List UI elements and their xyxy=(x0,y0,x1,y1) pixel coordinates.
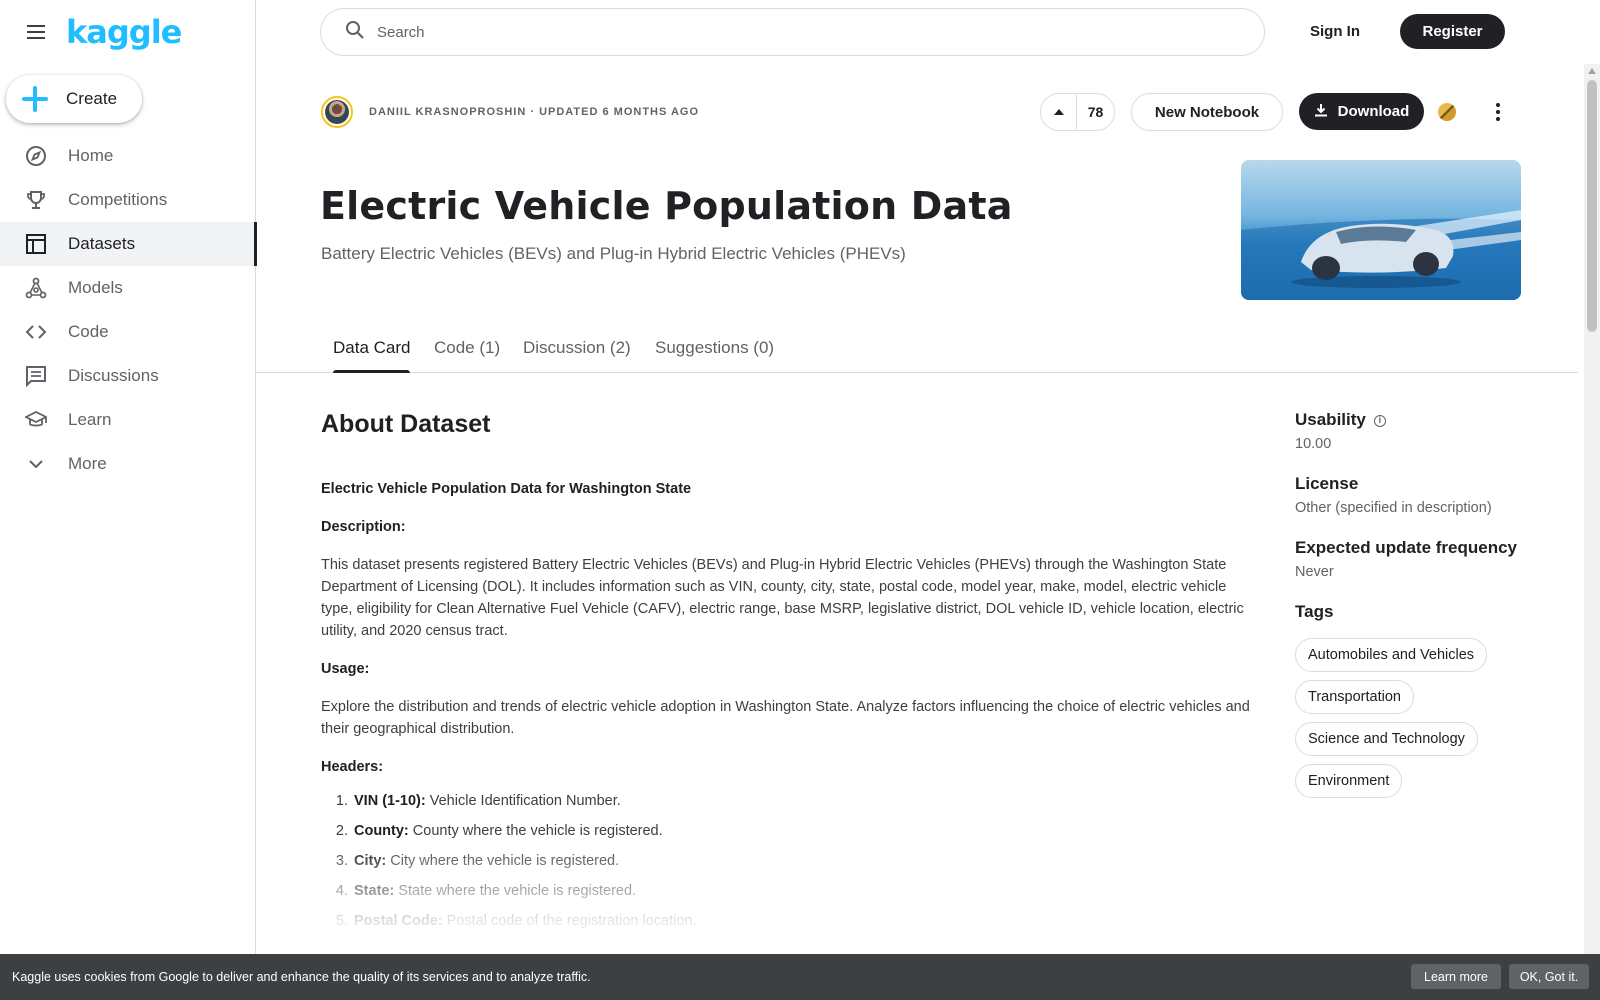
sidebar-item-label: Datasets xyxy=(68,234,136,253)
sidebar-item-label: Code xyxy=(68,322,109,341)
learn-more-button[interactable]: Learn more xyxy=(1411,964,1501,989)
sidebar-item-label: More xyxy=(68,454,107,473)
sidebar-item-home[interactable]: Home xyxy=(0,134,256,178)
tags-heading: Tags xyxy=(1295,602,1334,621)
list-item: 4. State: State where the vehicle is regi… xyxy=(335,883,637,899)
list-item: 1. VIN (1-10): Vehicle Identification Num… xyxy=(335,793,621,809)
code-icon xyxy=(24,320,48,344)
description-text: This dataset presents registered Battery… xyxy=(321,557,1244,639)
tags-list: Automobiles and Vehicles Transportation … xyxy=(1295,638,1535,806)
sidebar-item-datasets[interactable]: Datasets xyxy=(0,222,257,266)
table-icon xyxy=(24,232,48,256)
upvote-arrow-icon xyxy=(1053,109,1064,115)
compass-icon xyxy=(24,144,48,168)
sidebar-item-label: Models xyxy=(68,278,123,297)
plus-icon xyxy=(22,86,48,112)
kaggle-logo[interactable]: kaggle xyxy=(66,13,182,51)
tab-code[interactable]: Code (1) xyxy=(434,338,500,373)
download-icon xyxy=(1314,103,1328,121)
intro-title: Electric Vehicle Population Data for Was… xyxy=(321,481,692,497)
tag-chip[interactable]: Automobiles and Vehicles xyxy=(1295,638,1488,672)
sidebar-item-more[interactable]: More xyxy=(0,442,256,486)
headers-list: 1. VIN (1-10): Vehicle Identification Num… xyxy=(321,786,1261,936)
frequency-heading: Expected update frequency xyxy=(1295,538,1518,557)
sidebar-item-models[interactable]: Models xyxy=(0,266,256,310)
tab-data-card[interactable]: Data Card xyxy=(333,338,411,373)
ok-got-it-button[interactable]: OK, Got it. xyxy=(1509,964,1589,989)
search-bar[interactable] xyxy=(320,8,1265,56)
new-notebook-button[interactable]: New Notebook xyxy=(1131,93,1283,131)
license-value: Other (specified in description) xyxy=(1295,500,1492,516)
dataset-description: Electric Vehicle Population Data for Was… xyxy=(321,478,1261,936)
about-dataset-heading: About Dataset xyxy=(321,410,491,438)
info-icon[interactable]: i xyxy=(1373,415,1386,427)
upvote-count: 78 xyxy=(1087,104,1104,120)
search-icon xyxy=(345,20,365,45)
sidebar: kaggle Create Home Competitions Datasets xyxy=(0,0,257,1000)
tag-chip[interactable]: Environment xyxy=(1295,764,1403,798)
tag-chip[interactable]: Transportation xyxy=(1295,680,1414,714)
school-icon xyxy=(24,408,48,432)
sidebar-item-label: Competitions xyxy=(68,190,168,209)
dataset-title: Electric Vehicle Population Data xyxy=(320,184,1013,228)
download-label: Download xyxy=(1337,103,1410,120)
sidebar-nav: Home Competitions Datasets Models Code D… xyxy=(0,134,257,486)
sidebar-item-label: Home xyxy=(68,146,114,165)
register-button[interactable]: Register xyxy=(1400,14,1505,49)
scroll-thumb[interactable] xyxy=(1587,80,1597,332)
trophy-icon xyxy=(24,188,48,212)
frequency-value: Never xyxy=(1295,564,1334,580)
more-options-icon[interactable] xyxy=(1486,100,1510,124)
headers-label: Headers: xyxy=(321,759,384,775)
upvote-button[interactable] xyxy=(1041,94,1077,130)
sidebar-item-label: Learn xyxy=(68,410,112,429)
download-button[interactable]: Download xyxy=(1299,93,1424,130)
cookie-text: Kaggle uses cookies from Google to deliv… xyxy=(12,970,591,984)
tab-discussion[interactable]: Discussion (2) xyxy=(523,338,631,373)
usability-value: 10.00 xyxy=(1295,436,1332,452)
license-heading: License xyxy=(1295,474,1359,493)
scroll-up-arrow-icon[interactable] xyxy=(1588,68,1596,74)
author-avatar[interactable] xyxy=(321,96,353,128)
chevron-down-icon xyxy=(24,452,48,476)
sidebar-item-discussions[interactable]: Discussions xyxy=(0,354,256,398)
comment-icon xyxy=(24,364,48,388)
sign-in-button[interactable]: Sign In xyxy=(1300,14,1370,48)
dataset-byline[interactable]: Daniil Krasnoproshin · Updated 6 months … xyxy=(369,106,699,118)
list-item: 3. City: City where the vehicle is regist… xyxy=(335,853,620,869)
usage-label: Usage: xyxy=(321,661,370,677)
upvote-widget: 78 xyxy=(1040,93,1115,131)
sidebar-item-label: Discussions xyxy=(68,366,159,385)
tab-suggestions[interactable]: Suggestions (0) xyxy=(655,338,774,373)
create-button[interactable]: Create xyxy=(6,75,142,123)
usability-heading: Usability i xyxy=(1295,410,1535,430)
avatar-image xyxy=(325,100,349,124)
list-item: 5. Postal Code: Postal code of the regist… xyxy=(335,913,697,929)
usage-text: Explore the distribution and trends of e… xyxy=(321,699,1250,737)
medal-icon[interactable] xyxy=(1438,103,1456,121)
hamburger-menu-icon[interactable] xyxy=(24,20,48,44)
description-label: Description: xyxy=(321,519,406,535)
page-scrollbar[interactable] xyxy=(1584,64,1600,954)
sidebar-item-learn[interactable]: Learn xyxy=(0,398,256,442)
dataset-meta: Usability i 10.00 License Other (specifie… xyxy=(1295,410,1535,806)
dataset-tabs: Data Card Code (1) Discussion (2) Sugges… xyxy=(256,330,1578,373)
sidebar-item-code[interactable]: Code xyxy=(0,310,256,354)
sidebar-item-competitions[interactable]: Competitions xyxy=(0,178,256,222)
search-input[interactable] xyxy=(377,23,1237,41)
tag-chip[interactable]: Science and Technology xyxy=(1295,722,1478,756)
sidebar-header: kaggle xyxy=(0,0,255,64)
models-icon xyxy=(24,276,48,300)
create-label: Create xyxy=(66,89,118,108)
list-item: 2. County: County where the vehicle is re… xyxy=(335,823,663,839)
cookie-banner: Kaggle uses cookies from Google to deliv… xyxy=(0,954,1600,1000)
dataset-cover-image xyxy=(1241,160,1521,300)
dataset-subtitle: Battery Electric Vehicles (BEVs) and Plu… xyxy=(321,244,906,263)
